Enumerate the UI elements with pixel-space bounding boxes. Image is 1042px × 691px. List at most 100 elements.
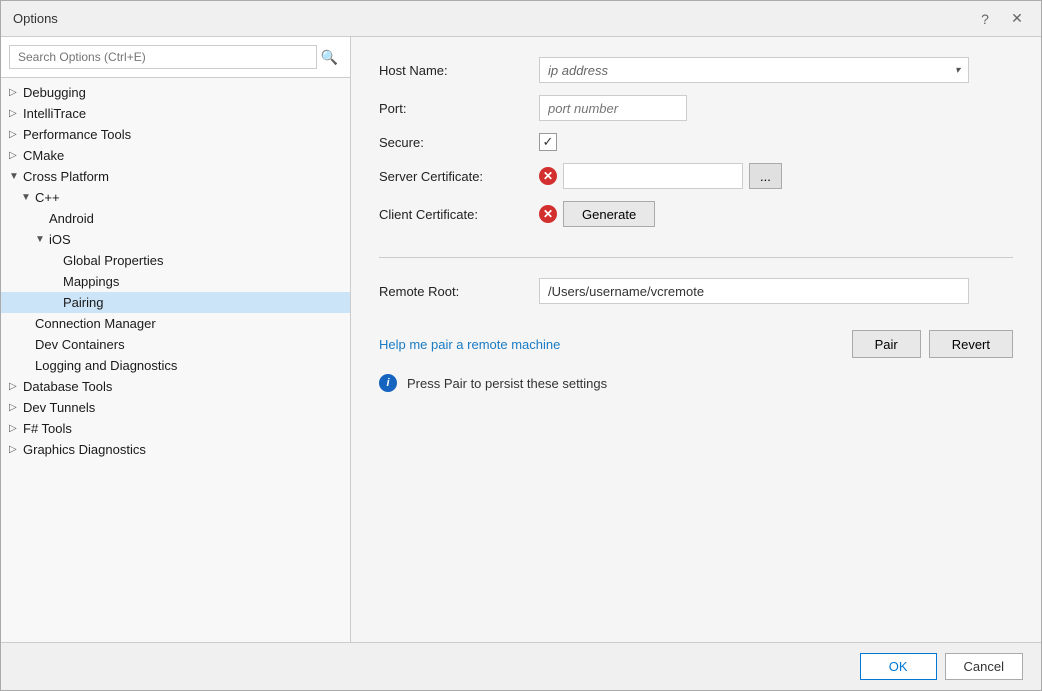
arrow-icon: ▼ [21,192,35,203]
arrow-icon [21,360,35,371]
client-cert-control: ✕ Generate [539,201,1013,227]
close-button[interactable]: ✕ [1005,7,1029,31]
arrow-icon: ▷ [9,87,23,98]
tree-item-label: Debugging [23,85,86,100]
tree-item-label: Dev Tunnels [23,400,95,415]
pair-button[interactable]: Pair [852,330,921,358]
port-label: Port: [379,101,539,116]
tree-item-label: Logging and Diagnostics [35,358,177,373]
arrow-icon [35,213,49,224]
tree-item-label: Graphics Diagnostics [23,442,146,457]
info-text: Press Pair to persist these settings [407,376,607,391]
action-row: Help me pair a remote machine Pair Rever… [379,330,1013,358]
arrow-icon: ▷ [9,381,23,392]
port-row: Port: [379,95,1013,121]
tree-item-label: Performance Tools [23,127,131,142]
arrow-icon: ▷ [9,108,23,119]
title-bar: Options ? ✕ [1,1,1041,37]
search-box: 🔍 [1,37,350,78]
host-name-label: Host Name: [379,63,539,78]
tree-item-label: Database Tools [23,379,112,394]
tree-item-database-tools[interactable]: ▷ Database Tools [1,376,350,397]
secure-label: Secure: [379,135,539,150]
remote-root-row: Remote Root: [379,278,1013,304]
dialog-footer: OK Cancel [1,642,1041,690]
server-cert-error-icon: ✕ [539,167,557,185]
host-name-value: ip address [548,63,608,78]
client-cert-error-icon: ✕ [539,205,557,223]
tree-item-android[interactable]: Android [1,208,350,229]
tree-item-fsharp-tools[interactable]: ▷ F# Tools [1,418,350,439]
ok-button[interactable]: OK [860,653,937,680]
arrow-icon [49,276,63,287]
server-cert-label: Server Certificate: [379,169,539,184]
left-panel: 🔍 ▷ Debugging ▷ IntelliTrace ▷ Performan… [1,37,351,642]
info-icon: i [379,374,397,392]
tree-item-label: C++ [35,190,60,205]
tree-item-connection-manager[interactable]: Connection Manager [1,313,350,334]
form-section: Host Name: ip address ▾ Port: [379,57,1013,258]
arrow-icon: ▷ [9,423,23,434]
client-cert-row: Client Certificate: ✕ Generate [379,201,1013,227]
search-icon-button[interactable]: 🔍 [317,47,342,68]
tree-item-label: iOS [49,232,71,247]
help-link[interactable]: Help me pair a remote machine [379,337,560,352]
dialog-body: 🔍 ▷ Debugging ▷ IntelliTrace ▷ Performan… [1,37,1041,642]
search-input[interactable] [9,45,317,69]
arrow-icon: ▷ [9,150,23,161]
tree-item-graphics-diagnostics[interactable]: ▷ Graphics Diagnostics [1,439,350,460]
tree-item-cross-platform[interactable]: ▼ Cross Platform [1,166,350,187]
tree-item-logging-diagnostics[interactable]: Logging and Diagnostics [1,355,350,376]
remote-root-input[interactable] [539,278,969,304]
server-cert-row: Server Certificate: ✕ ... [379,163,1013,189]
tree-item-label: Android [49,211,94,226]
tree-item-dev-containers[interactable]: Dev Containers [1,334,350,355]
info-row: i Press Pair to persist these settings [379,374,1013,392]
tree-item-performance-tools[interactable]: ▷ Performance Tools [1,124,350,145]
tree-item-global-properties[interactable]: Global Properties [1,250,350,271]
tree-item-ios[interactable]: ▼ iOS [1,229,350,250]
tree-item-label: Global Properties [63,253,163,268]
tree-item-cpp[interactable]: ▼ C++ [1,187,350,208]
dropdown-arrow-icon: ▾ [955,65,960,76]
tree-item-debugging[interactable]: ▷ Debugging [1,82,350,103]
arrow-icon: ▷ [9,129,23,140]
port-control [539,95,1013,121]
secure-checkbox[interactable] [539,133,557,151]
tree-item-cmake[interactable]: ▷ CMake [1,145,350,166]
remote-root-control [539,278,1013,304]
tree-item-label: IntelliTrace [23,106,86,121]
arrow-icon [49,297,63,308]
dialog-title: Options [13,11,58,26]
arrow-icon [49,255,63,266]
host-name-dropdown[interactable]: ip address ▾ [539,57,969,83]
host-name-row: Host Name: ip address ▾ [379,57,1013,83]
secure-control [539,133,1013,151]
tree-item-dev-tunnels[interactable]: ▷ Dev Tunnels [1,397,350,418]
tree-item-mappings[interactable]: Mappings [1,271,350,292]
server-cert-input[interactable] [563,163,743,189]
arrow-icon: ▷ [9,444,23,455]
right-panel: Host Name: ip address ▾ Port: [351,37,1041,642]
arrow-icon: ▼ [9,171,23,182]
server-cert-control: ✕ ... [539,163,1013,189]
generate-button[interactable]: Generate [563,201,655,227]
tree-item-intellitrace[interactable]: ▷ IntelliTrace [1,103,350,124]
port-input[interactable] [539,95,687,121]
cancel-button[interactable]: Cancel [945,653,1023,680]
revert-button[interactable]: Revert [929,330,1013,358]
help-button[interactable]: ? [973,7,997,31]
remote-root-label: Remote Root: [379,284,539,299]
server-cert-browse-button[interactable]: ... [749,163,782,189]
secure-row: Secure: [379,133,1013,151]
tree-item-label: Mappings [63,274,119,289]
tree-item-label: Dev Containers [35,337,125,352]
tree-item-label: CMake [23,148,64,163]
tree-item-label: Connection Manager [35,316,156,331]
tree-item-label: Cross Platform [23,169,109,184]
host-name-control: ip address ▾ [539,57,1013,83]
arrow-icon [21,318,35,329]
options-dialog: Options ? ✕ 🔍 ▷ Debugging ▷ IntelliTr [0,0,1042,691]
arrow-icon [21,339,35,350]
tree-item-pairing[interactable]: Pairing [1,292,350,313]
